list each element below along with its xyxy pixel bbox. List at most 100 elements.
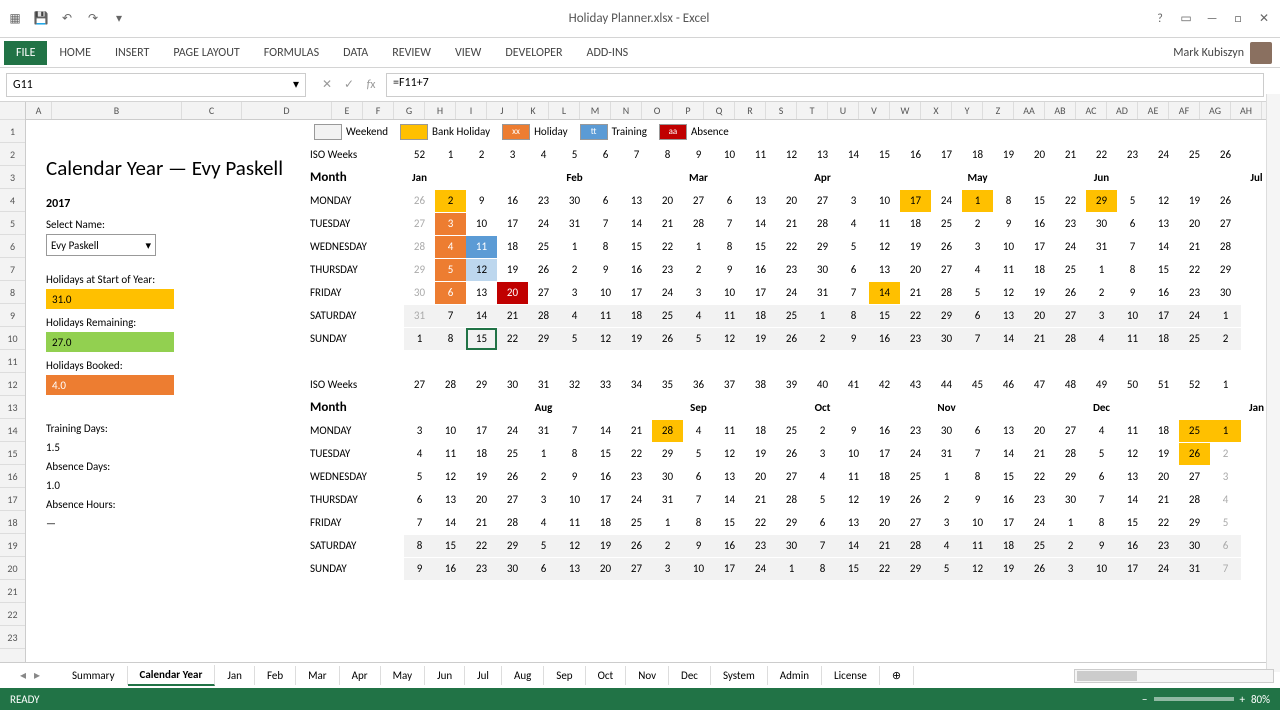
calendar-cell[interactable]: 3: [807, 443, 838, 465]
calendar-cell[interactable]: 8: [993, 190, 1024, 212]
calendar-cell[interactable]: 26: [1210, 190, 1241, 212]
calendar-cell[interactable]: 21: [900, 282, 931, 304]
calendar-cell[interactable]: 22: [1024, 466, 1055, 488]
calendar-cell[interactable]: 4: [404, 443, 435, 465]
calendar-cell[interactable]: 10: [1086, 558, 1117, 580]
calendar-cell[interactable]: 17: [590, 489, 621, 511]
calendar-cell[interactable]: 24: [776, 282, 807, 304]
calendar-cell[interactable]: 12: [590, 328, 621, 350]
calendar-cell[interactable]: 17: [869, 443, 900, 465]
calendar-cell[interactable]: 17: [714, 558, 745, 580]
sheet-tab-admin[interactable]: Admin: [768, 666, 822, 685]
calendar-cell[interactable]: 30: [807, 259, 838, 281]
calendar-cell[interactable]: 16: [869, 420, 900, 442]
calendar-cell[interactable]: 24: [528, 213, 559, 235]
calendar-cell[interactable]: 25: [1179, 420, 1210, 442]
calendar-cell[interactable]: 29: [528, 328, 559, 350]
calendar-cell[interactable]: 22: [900, 305, 931, 327]
calendar-cell[interactable]: 2: [1210, 443, 1241, 465]
calendar-cell[interactable]: 29: [1055, 466, 1086, 488]
calendar-cell[interactable]: 1: [931, 466, 962, 488]
horizontal-scrollbar[interactable]: [1074, 669, 1274, 683]
calendar-cell[interactable]: 17: [900, 190, 931, 212]
calendar-cell[interactable]: 16: [869, 328, 900, 350]
calendar-cell[interactable]: 9: [466, 190, 497, 212]
calendar-cell[interactable]: 1: [776, 558, 807, 580]
calendar-cell[interactable]: 19: [745, 328, 776, 350]
calendar-cell[interactable]: 26: [621, 535, 652, 557]
calendar-cell[interactable]: 1: [962, 190, 993, 212]
calendar-cell[interactable]: 26: [776, 328, 807, 350]
calendar-cell[interactable]: 14: [1148, 236, 1179, 258]
calendar-cell[interactable]: 25: [652, 305, 683, 327]
column-headers[interactable]: ABCDEFGHIJKLMNOPQRSTUVWXYZAAABACADAEAFAG…: [26, 102, 1280, 120]
calendar-cell[interactable]: 5: [559, 328, 590, 350]
calendar-cell[interactable]: 22: [776, 236, 807, 258]
calendar-cell[interactable]: 17: [993, 512, 1024, 534]
sheet-tab-jul[interactable]: Jul: [465, 666, 502, 685]
zoom-out-icon[interactable]: −: [1142, 693, 1147, 706]
calendar-cell[interactable]: 6: [528, 558, 559, 580]
calendar-cell[interactable]: 18: [497, 236, 528, 258]
calendar-cell[interactable]: 12: [1148, 190, 1179, 212]
calendar-cell[interactable]: 26: [652, 328, 683, 350]
calendar-cell[interactable]: 15: [714, 512, 745, 534]
sheet-tab-may[interactable]: May: [381, 666, 425, 685]
calendar-cell[interactable]: 17: [621, 282, 652, 304]
calendar-cell[interactable]: 28: [652, 420, 683, 442]
calendar-cell[interactable]: 2: [528, 466, 559, 488]
calendar-cell[interactable]: 5: [528, 535, 559, 557]
calendar-cell[interactable]: 10: [590, 282, 621, 304]
calendar-cell[interactable]: 31: [528, 420, 559, 442]
calendar-cell[interactable]: 11: [962, 535, 993, 557]
zoom-in-icon[interactable]: +: [1240, 693, 1245, 706]
calendar-cell[interactable]: 8: [404, 535, 435, 557]
calendar-cell[interactable]: 17: [1117, 558, 1148, 580]
calendar-cell[interactable]: 13: [993, 420, 1024, 442]
calendar-cell[interactable]: 31: [559, 213, 590, 235]
calendar-cell[interactable]: 11: [590, 305, 621, 327]
calendar-cell[interactable]: 7: [590, 213, 621, 235]
calendar-cell[interactable]: 21: [776, 213, 807, 235]
calendar-cell[interactable]: 8: [435, 328, 466, 350]
calendar-cell[interactable]: 22: [497, 328, 528, 350]
calendar-cell[interactable]: 1: [1210, 305, 1241, 327]
sheet-tab-oct[interactable]: Oct: [586, 666, 627, 685]
calendar-cell[interactable]: 30: [404, 282, 435, 304]
ribbon-tab-add-ins[interactable]: ADD-INS: [575, 41, 641, 65]
calendar-cell[interactable]: 1: [404, 328, 435, 350]
calendar-cell[interactable]: 8: [1086, 512, 1117, 534]
calendar-cell[interactable]: 28: [1055, 443, 1086, 465]
calendar-cell[interactable]: 4: [807, 466, 838, 488]
calendar-cell[interactable]: 14: [838, 535, 869, 557]
calendar-cell[interactable]: 5: [683, 443, 714, 465]
calendar-cell[interactable]: 2: [683, 259, 714, 281]
calendar-cell[interactable]: 20: [652, 190, 683, 212]
calendar-cell[interactable]: 3: [435, 213, 466, 235]
calendar-cell[interactable]: 3: [652, 558, 683, 580]
calendar-cell[interactable]: 27: [621, 558, 652, 580]
calendar-cell[interactable]: 7: [683, 489, 714, 511]
calendar-cell[interactable]: 5: [807, 489, 838, 511]
calendar-cell[interactable]: 16: [621, 259, 652, 281]
calendar-cell[interactable]: 9: [1117, 282, 1148, 304]
calendar-cell[interactable]: 20: [1024, 420, 1055, 442]
calendar-cell[interactable]: 3: [683, 282, 714, 304]
calendar-cell[interactable]: 15: [838, 558, 869, 580]
calendar-cell[interactable]: 11: [559, 512, 590, 534]
calendar-cell[interactable]: 26: [528, 259, 559, 281]
calendar-cell[interactable]: 28: [931, 282, 962, 304]
vertical-scrollbar[interactable]: [1266, 94, 1280, 672]
calendar-cell[interactable]: 12: [466, 259, 497, 281]
calendar-cell[interactable]: 14: [714, 489, 745, 511]
sheet-tab-sep[interactable]: Sep: [544, 666, 585, 685]
calendar-cell[interactable]: 6: [1117, 213, 1148, 235]
calendar-cell[interactable]: 4: [435, 236, 466, 258]
calendar-cell[interactable]: 10: [1117, 305, 1148, 327]
calendar-cell[interactable]: 2: [559, 259, 590, 281]
calendar-cell[interactable]: 14: [621, 213, 652, 235]
calendar-cell[interactable]: 7: [962, 328, 993, 350]
calendar-cell[interactable]: 18: [1024, 259, 1055, 281]
calendar-cell[interactable]: 25: [621, 512, 652, 534]
calendar-cell[interactable]: 10: [838, 443, 869, 465]
